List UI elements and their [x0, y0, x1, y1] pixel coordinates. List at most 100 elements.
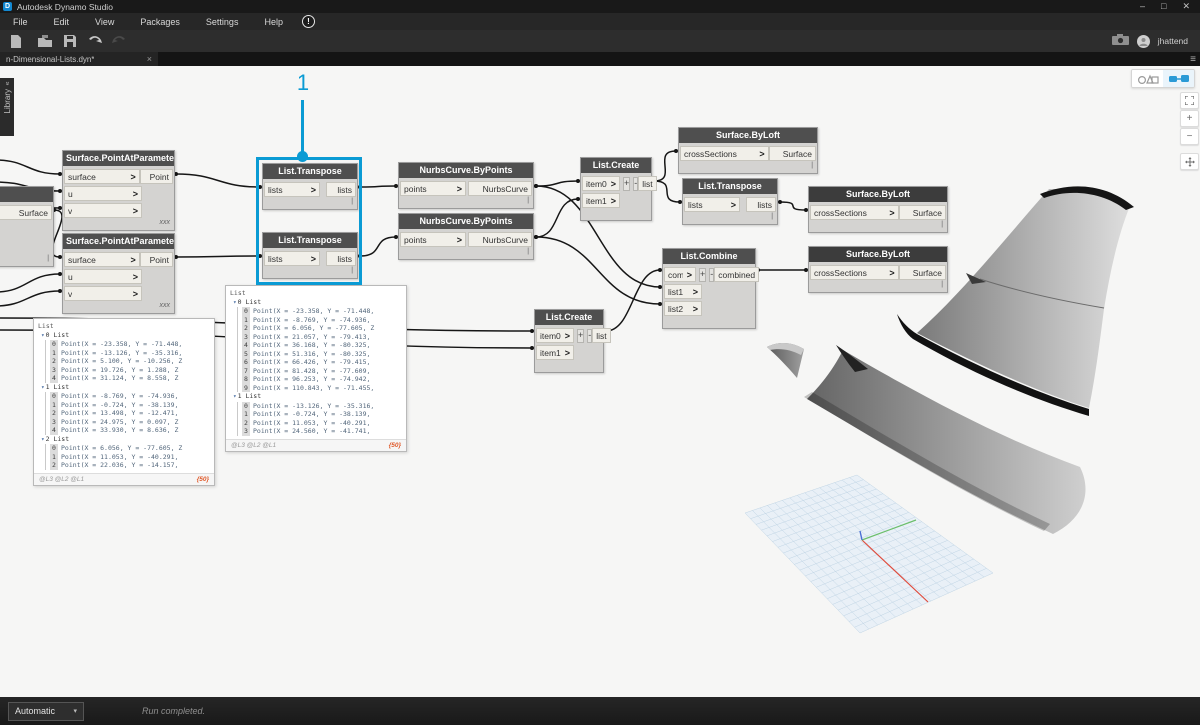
menu-item-view[interactable]: View: [82, 17, 127, 27]
input-port-list1[interactable]: list1 >: [664, 284, 702, 299]
wire-connector[interactable]: [653, 150, 677, 182]
lacing-indicator[interactable]: [535, 361, 603, 372]
input-port-crossSections[interactable]: crossSections >: [810, 205, 899, 220]
node-byloft3[interactable]: Surface.ByLoft crossSections > Surface |: [808, 246, 948, 293]
wire-connector[interactable]: [0, 273, 61, 293]
geometry-view-button[interactable]: [1132, 70, 1163, 87]
input-port-points[interactable]: points >: [400, 181, 466, 196]
output-port-Point[interactable]: Point: [139, 169, 173, 184]
screenshot-button[interactable]: [1111, 32, 1129, 50]
add-input-button[interactable]: +: [577, 328, 585, 343]
input-port-item0[interactable]: item0 >: [536, 328, 574, 343]
output-port-list[interactable]: list: [638, 176, 657, 191]
node-combine[interactable]: List.Combinecomb>+-combinedlist1>list2>: [662, 248, 760, 329]
run-mode-dropdown[interactable]: Automatic ▾: [8, 701, 84, 721]
list-group-header[interactable]: ▾1 List: [233, 392, 402, 402]
input-port-crossSections[interactable]: crossSections >: [810, 265, 899, 280]
lacing-indicator[interactable]: xxx: [63, 302, 174, 313]
output-port-Surface[interactable]: Surface: [898, 265, 946, 280]
wire-connector[interactable]: [0, 159, 61, 175]
add-input-button[interactable]: +: [623, 176, 631, 191]
node-spap1[interactable]: Surface.PointAtParameter surface > Point u > v…: [62, 150, 175, 231]
wire-connector[interactable]: [535, 180, 579, 187]
node-byloft2[interactable]: Surface.ByLoft crossSections > Surface |: [808, 186, 948, 233]
lacing-indicator[interactable]: xxx: [63, 219, 174, 230]
expander-icon[interactable]: ▾: [233, 299, 237, 306]
tab-overflow-menu-icon[interactable]: ≡: [1190, 54, 1200, 65]
lacing-indicator[interactable]: |: [809, 281, 947, 292]
input-port-v[interactable]: v >: [64, 286, 142, 301]
input-port-comb[interactable]: comb>: [664, 267, 696, 282]
wire-connector[interactable]: [175, 255, 261, 258]
input-port-v[interactable]: v >: [64, 203, 142, 218]
node-spap2[interactable]: Surface.PointAtParameter surface > Point u > v…: [62, 233, 175, 314]
node-nurbs1[interactable]: NurbsCurve.ByPoints points > NurbsCurve |: [398, 162, 534, 209]
expander-icon[interactable]: ▾: [41, 332, 45, 339]
input-port-item1[interactable]: item1 >: [536, 345, 574, 360]
lacing-indicator[interactable]: |: [0, 255, 53, 266]
notification-icon[interactable]: !: [301, 15, 315, 28]
node-byloft1[interactable]: Surface.ByLoft crossSections > Surface |: [678, 127, 818, 174]
wire-connector[interactable]: [0, 290, 61, 307]
wire-connector[interactable]: [535, 236, 661, 305]
node-transpose3[interactable]: List.Transpose lists > lists |: [682, 178, 778, 225]
node-partial-surface[interactable]: Surface |: [0, 186, 54, 267]
output-port-combined[interactable]: combined: [714, 267, 760, 282]
input-port-surface[interactable]: surface >: [64, 169, 140, 184]
lacing-indicator[interactable]: |: [679, 162, 817, 173]
expander-icon[interactable]: ▾: [233, 393, 237, 400]
list-group-header[interactable]: ▾0 List: [41, 331, 210, 341]
output-port-NurbsCurve[interactable]: NurbsCurve: [468, 181, 532, 196]
wire-connector[interactable]: [779, 201, 807, 211]
menu-item-packages[interactable]: Packages: [127, 17, 193, 27]
library-flyout-tab[interactable]: » Library: [0, 78, 14, 136]
wire-connector[interactable]: [535, 198, 579, 238]
menu-item-help[interactable]: Help: [251, 17, 296, 27]
tab-active-document[interactable]: n-Dimensional-Lists.dyn* ×: [0, 52, 158, 66]
graph-view-button[interactable]: [1163, 70, 1194, 87]
lacing-indicator[interactable]: [581, 209, 651, 220]
wire-connector[interactable]: [359, 236, 397, 257]
lacing-indicator[interactable]: |: [399, 248, 533, 259]
wire-connector[interactable]: [653, 180, 681, 203]
save-button[interactable]: [64, 35, 76, 47]
zoom-in-button[interactable]: +: [1180, 110, 1199, 127]
tab-close-icon[interactable]: ×: [147, 54, 152, 64]
node-create1[interactable]: List.Create item0 > + - list item1 >: [580, 157, 657, 221]
lacing-indicator[interactable]: |: [683, 213, 777, 224]
list-group-header[interactable]: ▾0 List: [233, 298, 402, 308]
open-file-button[interactable]: [38, 35, 52, 47]
lacing-indicator[interactable]: |: [399, 197, 533, 208]
list-group-header[interactable]: ▾1 List: [41, 383, 210, 393]
input-port-crossSections[interactable]: crossSections >: [680, 146, 769, 161]
list-group-header[interactable]: ▾2 List: [41, 435, 210, 445]
output-port-Point[interactable]: Point: [139, 252, 173, 267]
node-create2[interactable]: List.Create item0 > + - list item1 >: [534, 309, 611, 373]
input-port-points[interactable]: points >: [400, 232, 466, 247]
pan-button[interactable]: [1180, 153, 1199, 170]
output-port-Surface[interactable]: Surface: [898, 205, 946, 220]
zoom-out-button[interactable]: −: [1180, 128, 1199, 145]
wire-connector[interactable]: [175, 173, 261, 188]
input-port-surface[interactable]: surface >: [64, 252, 140, 267]
close-button[interactable]: ✕: [1182, 0, 1190, 13]
input-port-item0[interactable]: item0 >: [582, 176, 620, 191]
output-port-lists[interactable]: lists: [746, 197, 776, 212]
expander-icon[interactable]: ▾: [41, 436, 45, 443]
input-port-lists[interactable]: lists >: [684, 197, 740, 212]
redo-button[interactable]: [112, 35, 126, 47]
user-avatar[interactable]: [1136, 34, 1150, 48]
output-port-list[interactable]: list: [592, 328, 611, 343]
lacing-indicator[interactable]: [663, 317, 755, 328]
output-port-Surface[interactable]: Surface: [768, 146, 816, 161]
menu-item-settings[interactable]: Settings: [193, 17, 252, 27]
new-file-button[interactable]: [10, 34, 22, 48]
input-port-u[interactable]: u >: [64, 186, 142, 201]
expander-icon[interactable]: ▾: [41, 384, 45, 391]
zoom-fit-button[interactable]: [1180, 92, 1199, 109]
output-port-Surface[interactable]: Surface: [0, 205, 52, 220]
undo-button[interactable]: [88, 35, 102, 47]
input-port-list2[interactable]: list2 >: [664, 301, 702, 316]
menu-item-file[interactable]: File: [0, 17, 41, 27]
input-port-u[interactable]: u >: [64, 269, 142, 284]
